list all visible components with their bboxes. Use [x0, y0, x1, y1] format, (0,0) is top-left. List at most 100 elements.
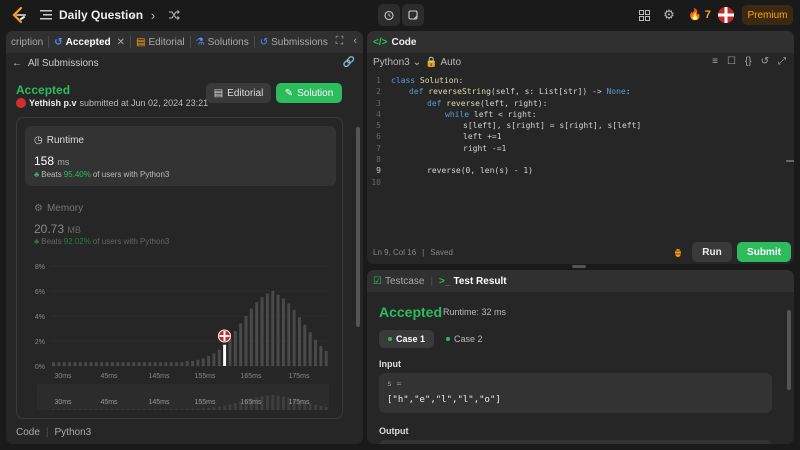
distribution-bar[interactable]	[84, 362, 88, 366]
code-line[interactable]: 4 while left < right:	[367, 109, 785, 120]
editorial-button[interactable]: ▤ Editorial	[206, 83, 271, 103]
distribution-bar[interactable]	[314, 339, 317, 366]
scrollbar[interactable]	[356, 127, 360, 327]
distribution-bar[interactable]	[239, 323, 243, 367]
distribution-bar[interactable]	[116, 362, 120, 366]
distribution-bar[interactable]	[158, 362, 162, 366]
maximize-icon[interactable]: ⛶	[336, 35, 344, 48]
distribution-bar[interactable]	[148, 362, 152, 366]
distribution-bar[interactable]	[281, 298, 285, 367]
range-navigator[interactable]	[37, 384, 329, 410]
tab-testcase[interactable]: ☑ Testcase	[373, 276, 424, 287]
distribution-bar[interactable]	[260, 297, 264, 366]
prev-problem-icon[interactable]: ‹	[124, 6, 142, 24]
code-line[interactable]: 10	[367, 177, 785, 188]
distribution-bar[interactable]	[319, 346, 323, 366]
distribution-bar[interactable]	[191, 361, 195, 366]
code-line[interactable]: 5 s[left], s[right] = s[right], s[left]	[367, 120, 785, 131]
distribution-bar[interactable]	[100, 362, 104, 366]
layout-grid-icon[interactable]	[635, 6, 653, 24]
run-button[interactable]: Run	[692, 242, 732, 262]
tab-test-result[interactable]: >_ Test Result	[439, 276, 507, 287]
distribution-bar[interactable]	[207, 356, 211, 366]
highlight-bar[interactable]	[223, 344, 227, 366]
distribution-bar[interactable]	[249, 308, 253, 367]
back-to-submissions[interactable]: ← All Submissions 🔗	[6, 53, 363, 73]
link-icon[interactable]: 🔗	[343, 57, 355, 68]
runtime-distribution-chart[interactable]: 8% 6% 4% 2% 0% 30ms 45ms 145ms 155ms 165ms 175ms 30…	[17, 258, 343, 419]
bookmark-icon[interactable]: ☐	[727, 56, 736, 67]
distribution-bar[interactable]	[212, 353, 216, 367]
distribution-bar[interactable]	[121, 362, 125, 366]
distribution-bar[interactable]	[73, 362, 77, 366]
premium-button[interactable]: Premium	[742, 5, 793, 25]
distribution-bar[interactable]	[196, 359, 200, 366]
memory-label-row[interactable]: ⚙ Memory	[34, 203, 83, 214]
code-line[interactable]: 8	[367, 154, 785, 165]
distribution-bar[interactable]	[142, 362, 146, 366]
distribution-bar[interactable]	[265, 293, 269, 367]
distribution-bar[interactable]	[164, 362, 168, 366]
timer-button[interactable]	[378, 4, 400, 26]
distribution-bar[interactable]	[185, 361, 189, 366]
submit-button[interactable]: Submit	[737, 242, 791, 262]
distribution-bar[interactable]	[169, 362, 173, 366]
distribution-bar[interactable]	[244, 316, 248, 366]
distribution-bar[interactable]	[292, 309, 296, 366]
runtime-card[interactable]: ◷ Runtime 158 ms ♣ Beats 95.40% of users…	[25, 126, 336, 186]
reset-icon[interactable]: ↺	[761, 56, 769, 67]
code-line[interactable]: 3 def reverse(left, right):	[367, 98, 785, 109]
case-1-tab[interactable]: Case 1	[379, 330, 435, 348]
tab-submissions[interactable]: ↺ Submissions	[255, 37, 333, 48]
problem-list-icon[interactable]	[40, 9, 52, 21]
distribution-bar[interactable]	[324, 351, 328, 366]
distribution-bar[interactable]	[303, 324, 307, 366]
collapse-icon[interactable]: ‹	[353, 35, 357, 48]
expand-icon[interactable]: ⤢	[778, 56, 786, 67]
code-area[interactable]: 1 class Solution: 2 def reverseString(self,…	[367, 75, 785, 235]
tab-accepted[interactable]: ↺ Accepted ✕	[49, 37, 130, 48]
distribution-bar[interactable]	[217, 349, 221, 366]
shuffle-icon[interactable]	[165, 6, 183, 24]
user-avatar[interactable]	[718, 7, 734, 23]
distribution-bar[interactable]	[297, 317, 301, 366]
distribution-bar[interactable]	[110, 362, 114, 366]
distribution-bar[interactable]	[52, 362, 56, 366]
code-line[interactable]: 7 right -=1	[367, 143, 785, 154]
language-select[interactable]: Python3 ⌄	[373, 57, 421, 68]
distribution-bar[interactable]	[62, 362, 66, 366]
distribution-bar[interactable]	[276, 294, 280, 366]
user-name[interactable]: Yethish p.v	[29, 98, 77, 108]
distribution-bar[interactable]	[255, 302, 259, 366]
distribution-bar[interactable]	[78, 362, 82, 366]
distribution-bar[interactable]	[68, 362, 72, 366]
close-tab-icon[interactable]: ✕	[117, 37, 125, 48]
code-line[interactable]: 6 left +=1	[367, 131, 785, 142]
code-line[interactable]: 1 class Solution:	[367, 75, 785, 86]
panel-resize-handle[interactable]	[572, 265, 586, 268]
auto-mode-toggle[interactable]: 🔒 Auto	[425, 57, 461, 68]
code-line[interactable]: 2 def reverseString(self, s: List[str]) -…	[367, 86, 785, 97]
distribution-bar[interactable]	[175, 362, 178, 366]
debug-icon[interactable]	[672, 246, 684, 258]
leetcode-logo-icon[interactable]	[10, 6, 28, 24]
tab-description[interactable]: cription	[6, 37, 48, 48]
tab-editorial[interactable]: ▤ Editorial	[131, 37, 190, 48]
code-line[interactable]: 9 reverse(0, len(s) - 1)	[367, 165, 785, 176]
format-icon[interactable]: ≡	[712, 56, 718, 67]
distribution-bar[interactable]	[228, 338, 232, 367]
distribution-bar[interactable]	[271, 291, 275, 366]
distribution-bar[interactable]	[153, 362, 157, 366]
distribution-bar[interactable]	[308, 332, 312, 366]
distribution-bar[interactable]	[126, 362, 130, 366]
distribution-bar[interactable]	[89, 362, 93, 366]
distribution-bar[interactable]	[132, 362, 136, 366]
solution-button[interactable]: ✎ Solution	[276, 83, 342, 103]
next-problem-icon[interactable]: ›	[144, 6, 162, 24]
case-2-tab[interactable]: Case 2	[437, 330, 492, 348]
distribution-bar[interactable]	[94, 362, 98, 366]
scrollbar[interactable]	[787, 310, 791, 390]
distribution-bar[interactable]	[137, 362, 141, 366]
distribution-bar[interactable]	[180, 362, 184, 366]
settings-gear-icon[interactable]: ⚙	[660, 6, 678, 24]
